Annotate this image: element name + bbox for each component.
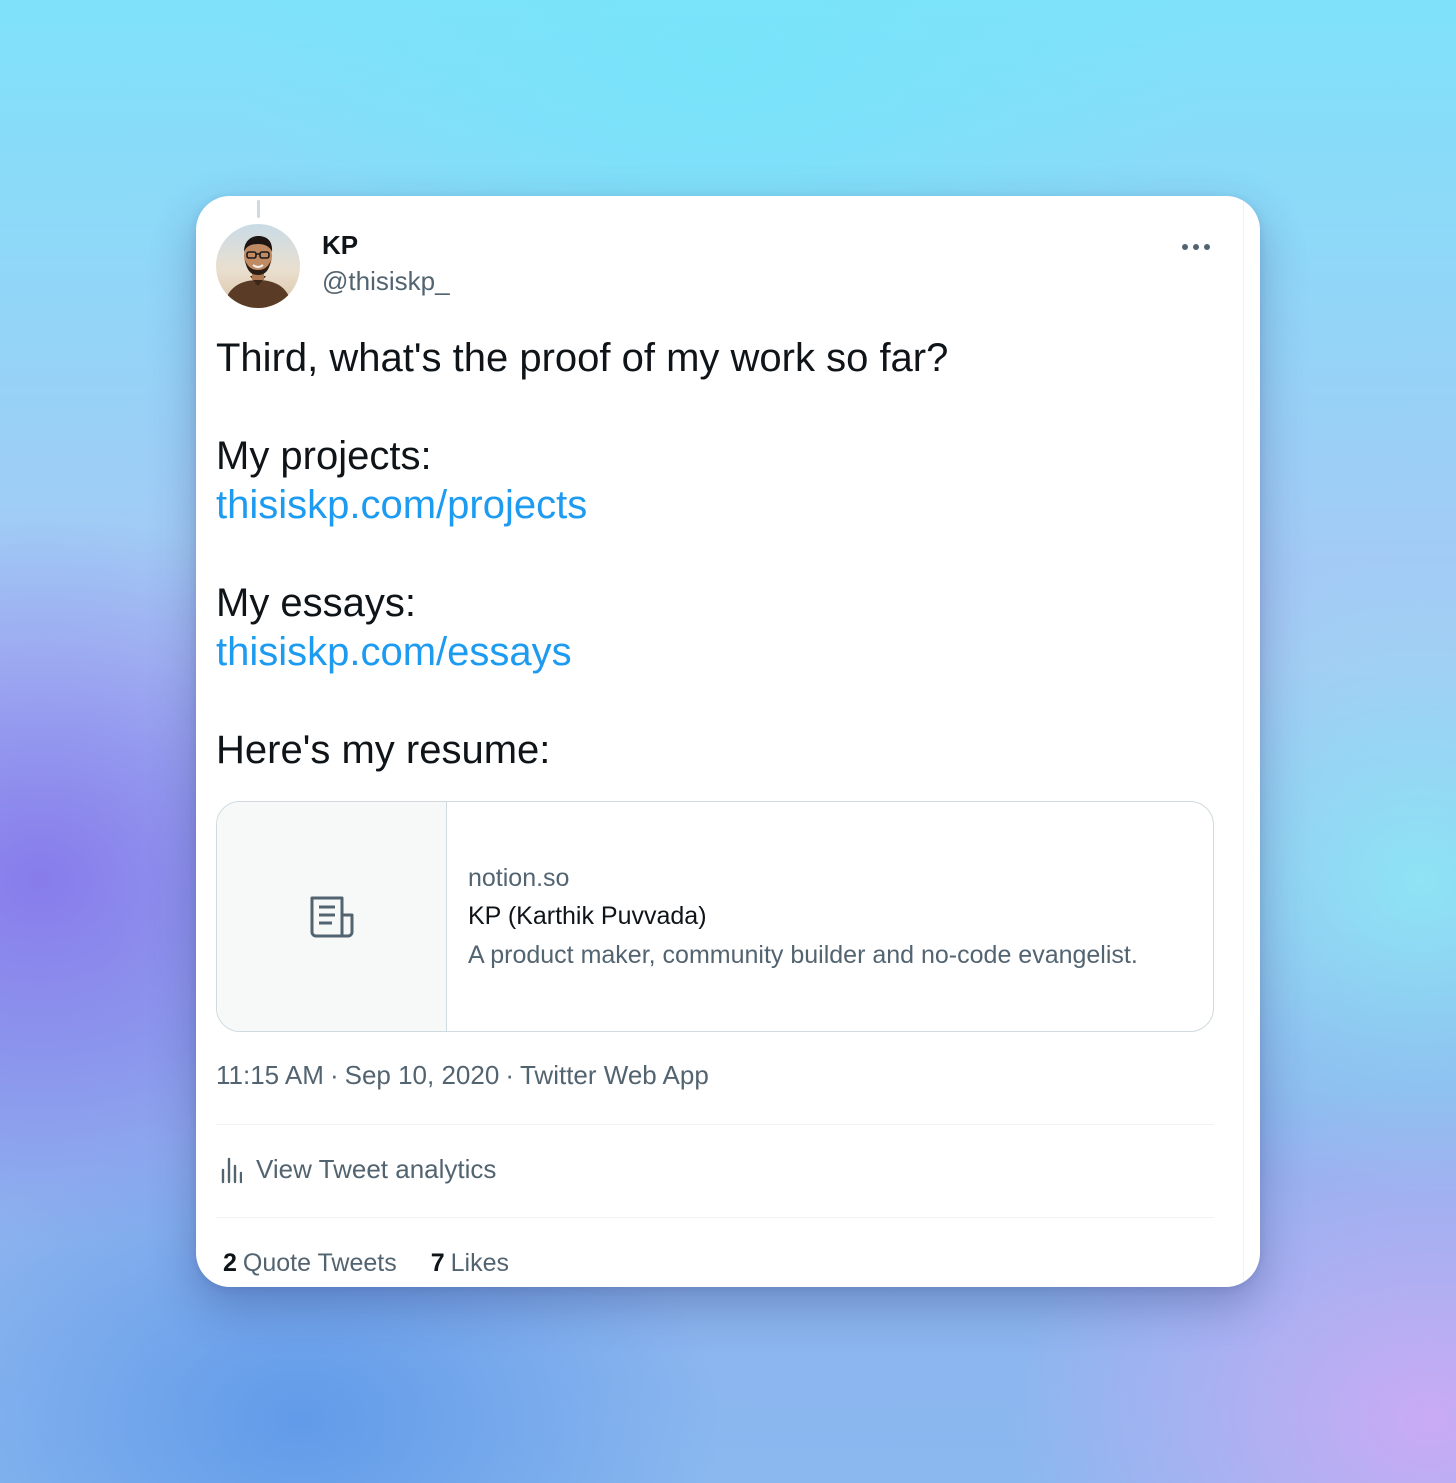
likes-label: Likes — [450, 1249, 509, 1277]
tweet-text: Third, what's the proof of my work so fa… — [216, 334, 1220, 775]
author-handle[interactable]: @thisiskp_ — [322, 266, 450, 297]
tweet-text-gap — [216, 530, 1220, 579]
link-preview-thumbnail — [217, 802, 447, 1031]
quote-tweets-label: Quote Tweets — [242, 1249, 397, 1277]
essays-label: My essays: — [216, 581, 417, 625]
essays-link[interactable]: thisiskp.com/essays — [216, 630, 572, 674]
quote-tweets-count: 2 — [223, 1249, 237, 1277]
divider — [216, 1124, 1214, 1125]
link-preview-body: notion.so KP (Karthik Puvvada) A product… — [447, 802, 1138, 1031]
likes-count: 7 — [430, 1249, 445, 1277]
tweet-text-gap — [216, 383, 1220, 432]
link-preview-card[interactable]: notion.so KP (Karthik Puvvada) A product… — [216, 801, 1214, 1032]
more-dots-icon — [1182, 244, 1210, 250]
meta-separator: · — [329, 1060, 339, 1090]
link-preview-description: A product maker, community builder and n… — [468, 940, 1138, 969]
projects-label: My projects: — [216, 434, 432, 478]
link-preview-domain: notion.so — [468, 863, 570, 892]
view-analytics-button[interactable]: View Tweet analytics — [220, 1154, 496, 1185]
document-icon — [310, 896, 353, 937]
tweet-source[interactable]: Twitter Web App — [520, 1060, 709, 1090]
projects-link[interactable]: thisiskp.com/projects — [216, 483, 587, 527]
tweet-stats: 2 Quote Tweets 7 Likes — [223, 1249, 543, 1278]
bar-chart-icon — [221, 1157, 242, 1183]
resume-label: Here's my resume: — [216, 728, 551, 772]
avatar-portrait-icon — [224, 236, 292, 308]
card-edge-rule — [1243, 196, 1244, 1287]
tweet-meta: 11:15 AM · Sep 10, 2020 · Twitter Web App — [216, 1060, 709, 1091]
tweet-text-gap — [216, 677, 1220, 726]
quote-tweets-stat[interactable]: 2 Quote Tweets — [223, 1249, 397, 1278]
likes-stat[interactable]: 7 Likes — [431, 1249, 509, 1278]
avatar[interactable] — [216, 224, 300, 308]
tweet-text-line: Third, what's the proof of my work so fa… — [216, 336, 949, 380]
meta-separator: · — [505, 1060, 514, 1090]
tweet-card: KP @thisiskp_ Third, what's the proof of… — [196, 196, 1260, 1287]
tweet-date[interactable]: Sep 10, 2020 — [345, 1060, 500, 1090]
tweet-time[interactable]: 11:15 AM — [216, 1060, 324, 1090]
divider — [216, 1217, 1214, 1218]
author-name[interactable]: KP — [322, 230, 358, 261]
view-analytics-label: View Tweet analytics — [256, 1154, 497, 1184]
more-options-button[interactable] — [1176, 230, 1216, 264]
link-preview-title: KP (Karthik Puvvada) — [468, 901, 707, 930]
thread-connector-line — [257, 200, 260, 218]
